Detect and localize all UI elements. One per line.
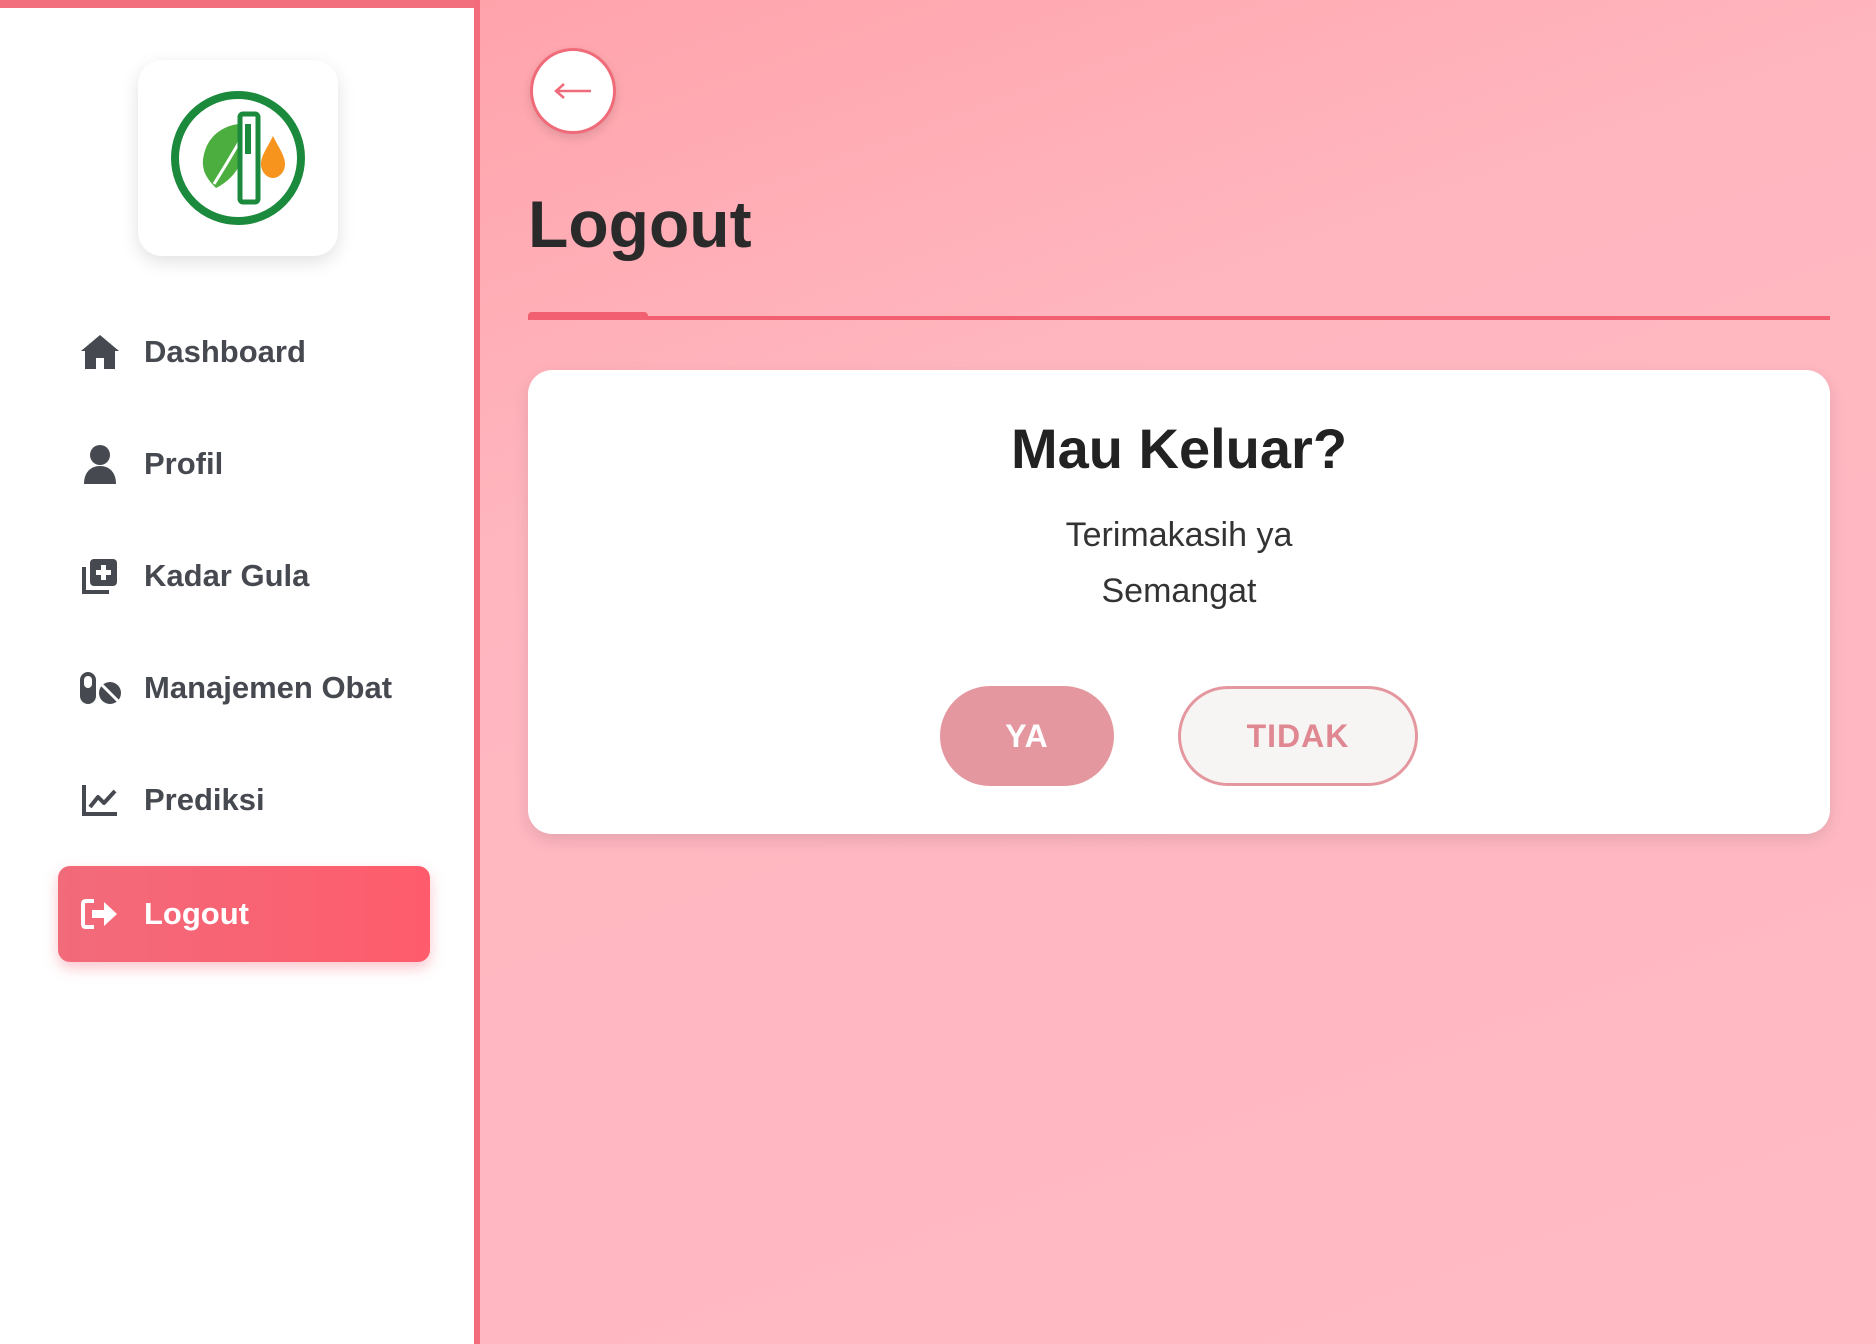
title-underline xyxy=(528,316,1830,320)
sidebar-item-label: Kadar Gula xyxy=(144,558,310,593)
sidebar-item-logout[interactable]: Logout xyxy=(58,866,430,962)
sidebar-item-label: Logout xyxy=(144,896,250,931)
app-logo xyxy=(138,60,338,256)
dialog-message-thanks: Terimakasih ya xyxy=(1065,516,1293,554)
logout-dialog: Mau Keluar? Terimakasih ya Semangat YA T… xyxy=(528,370,1830,834)
cancel-no-button[interactable]: TIDAK xyxy=(1178,686,1418,786)
sidebar-item-dashboard[interactable]: Dashboard xyxy=(58,304,430,400)
home-icon xyxy=(78,330,122,374)
logo-icon xyxy=(171,91,305,225)
page-title: Logout xyxy=(528,187,752,261)
sidebar-item-label: Dashboard xyxy=(144,334,306,369)
sidebar-item-label: Manajemen Obat xyxy=(144,670,393,705)
sign-out-icon xyxy=(78,892,122,936)
dialog-title: Mau Keluar? xyxy=(1010,417,1348,480)
sidebar-item-prediksi[interactable]: Prediksi xyxy=(58,752,430,848)
pills-icon xyxy=(78,666,122,710)
dialog-message-semangat: Semangat xyxy=(1101,572,1257,610)
user-icon xyxy=(78,442,122,486)
sidebar-item-manajemen-obat[interactable]: Manajemen Obat xyxy=(58,640,430,736)
sidebar-item-kadar-gula[interactable]: Kadar Gula xyxy=(58,528,430,624)
sidebar-item-label: Prediksi xyxy=(144,782,265,817)
sidebar: Dashboard Profil Kadar Gula Manajemen Ob… xyxy=(0,0,476,1344)
back-button[interactable] xyxy=(530,48,616,134)
arrow-left-icon xyxy=(554,83,591,99)
sidebar-item-profil[interactable]: Profil xyxy=(58,416,430,512)
title-underline-accent xyxy=(528,312,648,320)
confirm-yes-button[interactable]: YA xyxy=(940,686,1114,786)
medical-record-icon xyxy=(78,554,122,598)
chart-line-icon xyxy=(78,778,122,822)
sidebar-item-label: Profil xyxy=(144,446,224,481)
main-content: Logout Mau Keluar? Terimakasih ya Semang… xyxy=(480,0,1876,1344)
